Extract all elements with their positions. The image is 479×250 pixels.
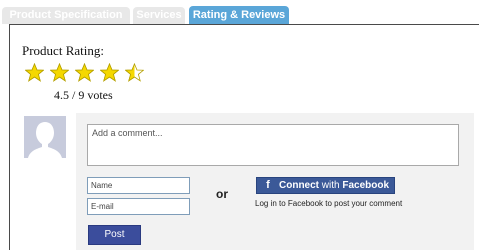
votes-text: 4.5 / 9 votes bbox=[54, 88, 113, 102]
star-icon-1[interactable] bbox=[25, 63, 44, 82]
tab-product-specification[interactable]: Product Specification bbox=[2, 7, 130, 24]
name-field[interactable] bbox=[87, 177, 190, 194]
connect-facebook-label: Connect with Facebook bbox=[279, 180, 390, 191]
tab-rating-reviews[interactable]: Rating & Reviews bbox=[189, 6, 289, 25]
rating-title: Product Rating: bbox=[22, 43, 104, 58]
or-separator: or bbox=[216, 187, 228, 201]
facebook-login-note: Log in to Facebook to post your comment bbox=[255, 199, 403, 208]
comment-input[interactable] bbox=[87, 124, 459, 166]
tab-services[interactable]: Services bbox=[133, 7, 185, 24]
star-icon-2[interactable] bbox=[50, 63, 69, 82]
star-icon-3[interactable] bbox=[75, 63, 94, 82]
star-icon-5[interactable] bbox=[125, 63, 144, 82]
user-silhouette-icon bbox=[24, 116, 66, 158]
connect-facebook-button[interactable]: f Connect with Facebook bbox=[256, 177, 395, 194]
tab-bar: Product Specification Services Rating & … bbox=[0, 0, 479, 25]
post-button[interactable]: Post bbox=[88, 225, 141, 245]
facebook-f-icon: f bbox=[266, 179, 270, 191]
email-field[interactable] bbox=[87, 198, 190, 215]
star-icon-4[interactable] bbox=[100, 63, 119, 82]
